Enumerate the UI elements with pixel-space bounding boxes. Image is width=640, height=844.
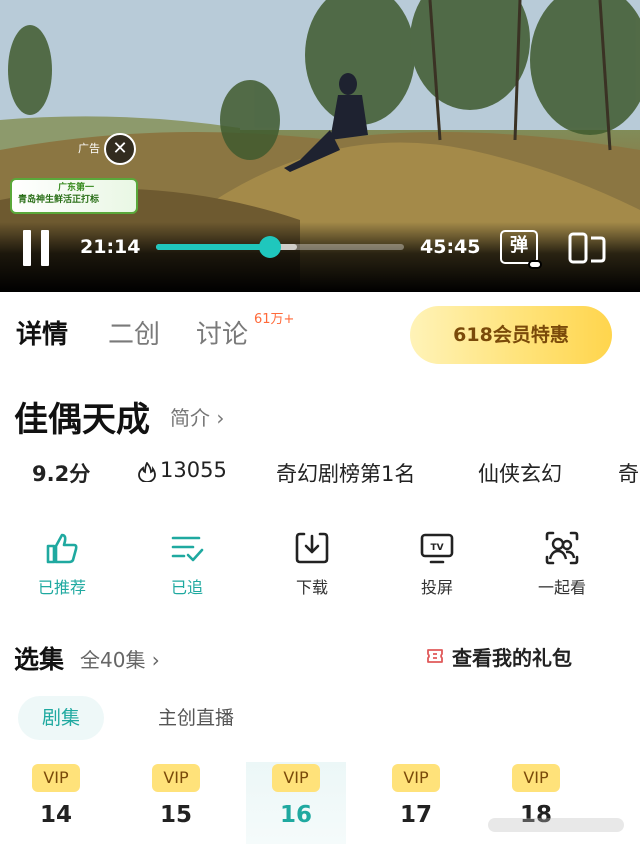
episode-number: 17 (399, 802, 432, 828)
rotate-screen-icon[interactable] (567, 230, 607, 266)
subtab-episodes[interactable]: 剧集 (18, 696, 104, 740)
video-player[interactable]: 广告 ✕ 广东第一 青岛神生鲜活正打标 21:14 45:45 弹 (0, 0, 640, 292)
danmu-label: 弹 (510, 235, 528, 256)
genre-tag[interactable]: 仙侠玄幻 (478, 458, 562, 488)
show-title: 佳偶天成 (14, 400, 150, 440)
heat-count: 13055 (160, 458, 227, 482)
progress-thumb[interactable] (259, 236, 282, 258)
rank-tag[interactable]: 奇幻剧榜第1名 (276, 458, 415, 488)
pause-button[interactable] (20, 230, 54, 266)
episodes-title: 选集 (14, 645, 65, 674)
download-button[interactable]: 下载 (262, 530, 362, 600)
vip-badge: VIP (152, 764, 200, 792)
ad-banner[interactable]: 广东第一 青岛神生鲜活正打标 (10, 178, 138, 214)
recommend-button[interactable]: 已推荐 (12, 530, 112, 600)
tab-derivative[interactable]: 二创 (108, 314, 160, 351)
danmu-switch-icon (528, 260, 542, 269)
gift-label: 查看我的礼包 (452, 646, 572, 670)
score: 9.2分 (32, 462, 91, 486)
thumb-up-icon (46, 533, 78, 564)
watch-together-icon (545, 531, 579, 565)
watch-together-label: 一起看 (537, 578, 586, 597)
tab-discussion[interactable]: 讨论 (196, 314, 248, 351)
follow-button[interactable]: 已追 (137, 530, 237, 600)
episode-item-selected[interactable]: VIP 16 (246, 762, 346, 844)
danmu-toggle-button[interactable]: 弹 (500, 230, 542, 269)
pause-icon (23, 230, 31, 266)
total-time: 45:45 (420, 236, 481, 258)
progress-fill (156, 244, 271, 250)
gift-link[interactable]: 查看我的礼包 (424, 642, 572, 671)
follow-list-icon (171, 536, 204, 562)
episodes-count-link[interactable]: 全40集 › (80, 644, 160, 673)
download-label: 下载 (295, 578, 328, 597)
ad-close-button[interactable]: ✕ (104, 133, 136, 165)
ad-banner-line2: 青岛神生鲜活正打标 (18, 195, 100, 205)
recommend-label: 已推荐 (37, 578, 86, 597)
vip-badge: VIP (392, 764, 440, 792)
ad-banner-line1: 广东第一 (58, 183, 95, 193)
intro-link[interactable]: 简介 › (170, 402, 224, 431)
more-tag[interactable]: 奇 (618, 458, 639, 488)
watch-together-button[interactable]: 一起看 (512, 530, 612, 600)
vip-badge: VIP (512, 764, 560, 792)
watermark (488, 818, 624, 832)
flame-icon (138, 462, 156, 482)
episode-number: 14 (39, 802, 72, 828)
player-controls: 21:14 45:45 弹 (0, 222, 640, 292)
progress-slider[interactable] (156, 236, 404, 258)
subtab-live[interactable]: 主创直播 (140, 696, 252, 740)
episode-number: 16 (279, 802, 312, 828)
episode-item[interactable]: VIP 15 (126, 762, 226, 844)
follow-label: 已追 (170, 578, 203, 597)
tab-details[interactable]: 详情 (16, 314, 68, 351)
tv-cast-icon: TV (420, 533, 454, 564)
ad-label: 广告 (78, 142, 100, 155)
episode-item[interactable]: VIP 14 (6, 762, 106, 844)
download-icon (295, 532, 329, 564)
episode-number: 15 (159, 802, 192, 828)
vip-promo-button[interactable]: 618会员特惠 (410, 306, 612, 364)
pause-icon (41, 230, 49, 266)
cast-label: 投屏 (420, 578, 453, 597)
cast-button[interactable]: TV 投屏 (387, 530, 487, 600)
episode-item[interactable]: VIP 17 (366, 762, 466, 844)
vip-badge: VIP (272, 764, 320, 792)
discussion-count-badge: 61万+ (254, 312, 295, 327)
current-time: 21:14 (80, 236, 141, 258)
svg-text:TV: TV (430, 543, 443, 553)
vip-badge: VIP (32, 764, 80, 792)
